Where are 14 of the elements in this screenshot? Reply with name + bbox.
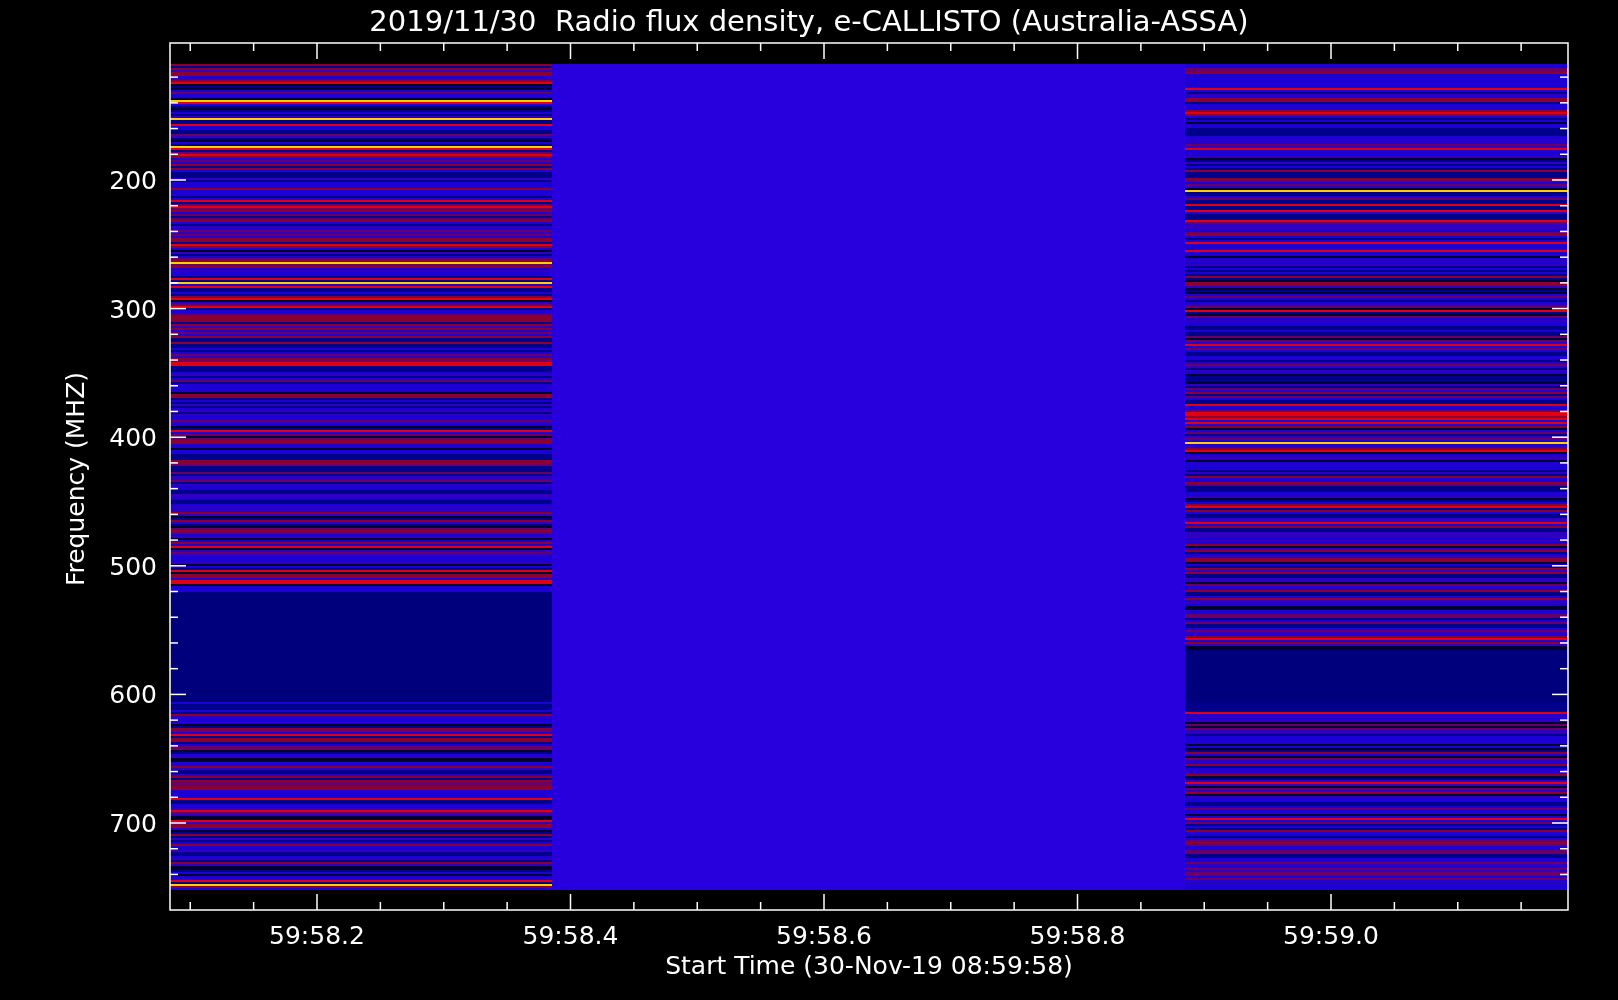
plot-title: 2019/11/30 Radio flux density, e-CALLISTO (Australia-ASSA): [369, 4, 1249, 38]
x-tick-label: 59:58.2: [269, 921, 365, 950]
x-axis-title: Start Time (30-Nov-19 08:59:58): [665, 951, 1073, 980]
y-tick-label: 700: [109, 809, 157, 838]
y-tick-label: 500: [109, 551, 157, 581]
y-tick-label: 600: [109, 680, 157, 710]
y-tick-label: 300: [109, 294, 157, 324]
y-tick-label: 200: [109, 166, 157, 195]
x-tick-label: 59:58.8: [1029, 921, 1126, 950]
y-axis-title: Frequency (MHZ): [61, 371, 90, 587]
x-tick-label: 59:59.0: [1283, 921, 1379, 950]
x-tick-label: 59:58.4: [522, 921, 619, 950]
x-tick-label: 59:58.6: [776, 921, 872, 950]
y-tick-label: 400: [109, 423, 157, 453]
